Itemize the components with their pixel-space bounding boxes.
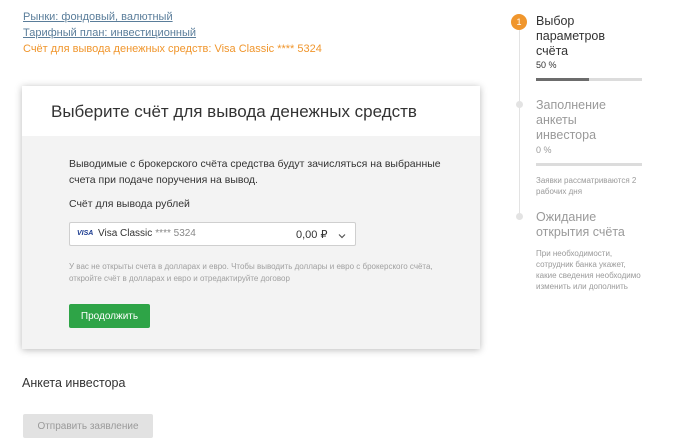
- card-body: Выводимые с брокерского счёта средства б…: [22, 136, 480, 349]
- card-description: Выводимые с брокерского счёта средства б…: [69, 158, 441, 186]
- step-2-dot: [516, 101, 523, 108]
- step-1-percent: 50 %: [536, 60, 557, 70]
- currency-note: У вас не открыты счета в долларах и евро…: [69, 262, 433, 283]
- account-label: Счёт для вывода рублей: [69, 198, 190, 210]
- step-1-number: 1: [511, 14, 527, 30]
- stepper-line: [519, 30, 520, 218]
- visa-logo-icon: VISA: [77, 230, 94, 237]
- withdraw-account-card: Выберите счёт для вывода денежных средст…: [22, 86, 480, 349]
- step-2-title: Заполнение анкеты инвестора: [536, 98, 606, 142]
- continue-button[interactable]: Продолжить: [69, 304, 150, 328]
- selected-account-amount: 0,00 ₽: [296, 229, 328, 241]
- step-3-title: Ожидание открытия счёта: [536, 210, 625, 239]
- step-1-progress-fill: [536, 78, 589, 81]
- chevron-down-icon: [337, 228, 347, 246]
- step-1-title: Выбор параметров счёта: [536, 14, 606, 58]
- breadcrumb-withdraw-account: Счёт для вывода денежных средств: Visa C…: [23, 43, 322, 55]
- investor-questionnaire-title: Анкета инвестора: [22, 376, 126, 390]
- breadcrumb-markets[interactable]: Рынки: фондовый, валютный: [23, 10, 173, 24]
- selected-account-name: Visa Classic **** 5324: [98, 228, 196, 239]
- selected-account-mask: **** 5324: [155, 228, 196, 239]
- step-2-progress-bar: [536, 163, 642, 166]
- selected-account-title: Visa Classic: [98, 228, 153, 239]
- account-select[interactable]: VISA Visa Classic **** 5324 0,00 ₽: [69, 222, 356, 246]
- step-1-progress-bar: [536, 78, 642, 81]
- breadcrumb-tariff[interactable]: Тарифный план: инвестиционный: [23, 26, 196, 40]
- step-3-hint: При необходимости, сотрудник банка укаже…: [536, 249, 641, 291]
- step-3-dot: [516, 213, 523, 220]
- submit-application-button[interactable]: Отправить заявление: [23, 414, 153, 438]
- card-title: Выберите счёт для вывода денежных средст…: [51, 102, 417, 121]
- step-2-percent: 0 %: [536, 145, 552, 155]
- step-2-hint: Заявки рассматриваются 2 рабочих дня: [536, 176, 637, 196]
